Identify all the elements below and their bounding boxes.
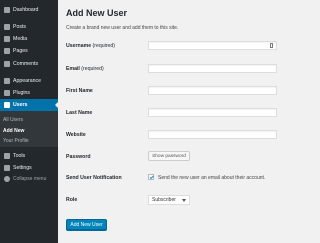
first-name-label: First Name [66,88,93,94]
page-description: Create a brand new user and add them to … [66,25,179,31]
submenu-item-your-profile[interactable]: Your Profile [3,138,29,144]
sidebar-item-label: Tools [13,153,26,159]
notification-label: Send User Notification [66,175,122,181]
sidebar-item-users[interactable]: Users [0,99,58,111]
sidebar-item-label: Posts [13,24,26,30]
show-password-button[interactable]: Show password [148,151,190,161]
username-field[interactable] [148,41,277,50]
settings-icon [4,165,10,171]
chevron-down-icon [182,199,186,202]
checkmark-icon [149,174,154,179]
sidebar-item-label: Users [13,102,28,108]
sidebar-item-pages[interactable]: Pages [0,45,58,57]
website-label: Website [66,132,86,138]
sidebar-item-label: Dashboard [13,7,39,13]
media-icon [4,36,10,42]
required-note: (required) [81,66,104,72]
comment-icon [4,61,10,67]
submenu-item-all-users[interactable]: All Users [3,117,23,123]
sidebar-item-label: Appearance [13,78,41,84]
sidebar-item-comments[interactable]: Comments [0,58,58,70]
email-field[interactable] [148,64,277,73]
sidebar-item-label: Settings [13,165,32,171]
add-new-user-button[interactable]: Add New User [66,219,107,230]
users-submenu: All Users Add New Your Profile [0,111,58,147]
page-icon [4,48,10,54]
users-icon [4,102,10,108]
sidebar-item-plugins[interactable]: Plugins [0,87,58,99]
sidebar-item-label: Pages [13,48,28,54]
plug-icon [4,90,10,96]
sidebar-item-tools[interactable]: Tools [0,150,58,162]
email-label: Email (required) [66,66,104,72]
last-name-field[interactable] [148,108,277,117]
sidebar-item-label: Media [13,36,28,42]
sidebar-item-label: Comments [13,61,39,67]
sidebar-item-settings[interactable]: Settings [0,162,58,174]
collapse-icon [4,176,10,182]
password-manager-icon[interactable] [270,43,273,48]
role-select[interactable]: Subscriber [148,195,190,205]
sidebar-item-label: Plugins [13,90,31,96]
role-label: Role [66,197,78,203]
send-notification-checkbox[interactable] [148,174,154,180]
send-notification-text[interactable]: Send the new user an email about their a… [158,175,265,181]
admin-sidebar: Dashboard Posts Media Pages Comments App… [0,0,58,243]
username-label: Username (required) [66,43,116,49]
page-title: Add New User [66,8,128,18]
password-label: Password [66,154,91,160]
last-name-label: Last Name [66,110,93,116]
wrench-icon [4,153,10,159]
website-field[interactable] [148,130,277,139]
sidebar-item-posts[interactable]: Posts [0,21,58,33]
submenu-item-add-new[interactable]: Add New [3,128,24,134]
sidebar-item-media[interactable]: Media [0,33,58,45]
sidebar-item-dashboard[interactable]: Dashboard [0,4,58,16]
first-name-field[interactable] [148,86,277,95]
sidebar-item-appearance[interactable]: Appearance [0,75,58,87]
collapse-menu-label: Collapse menu [13,176,47,182]
required-note: (required) [92,43,116,49]
pin-icon [4,24,10,30]
collapse-menu-button[interactable]: Collapse menu [4,176,46,182]
active-indicator [55,102,58,108]
brush-icon [4,78,10,84]
role-selected-value: Subscriber [152,197,176,203]
dashboard-icon [4,7,10,13]
